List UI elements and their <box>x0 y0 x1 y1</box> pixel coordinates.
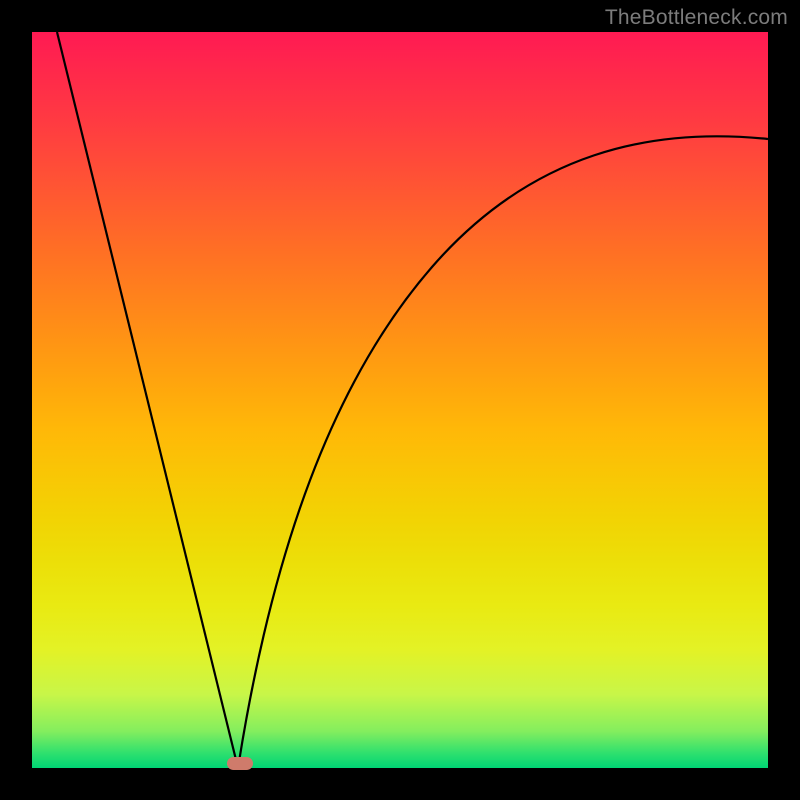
curve-left-branch <box>57 32 238 768</box>
plot-area <box>32 32 768 768</box>
chart-frame: TheBottleneck.com <box>0 0 800 800</box>
minimum-marker <box>227 757 253 770</box>
curve-right-branch <box>238 136 768 768</box>
bottleneck-curve <box>32 32 768 768</box>
watermark-text: TheBottleneck.com <box>605 6 788 30</box>
